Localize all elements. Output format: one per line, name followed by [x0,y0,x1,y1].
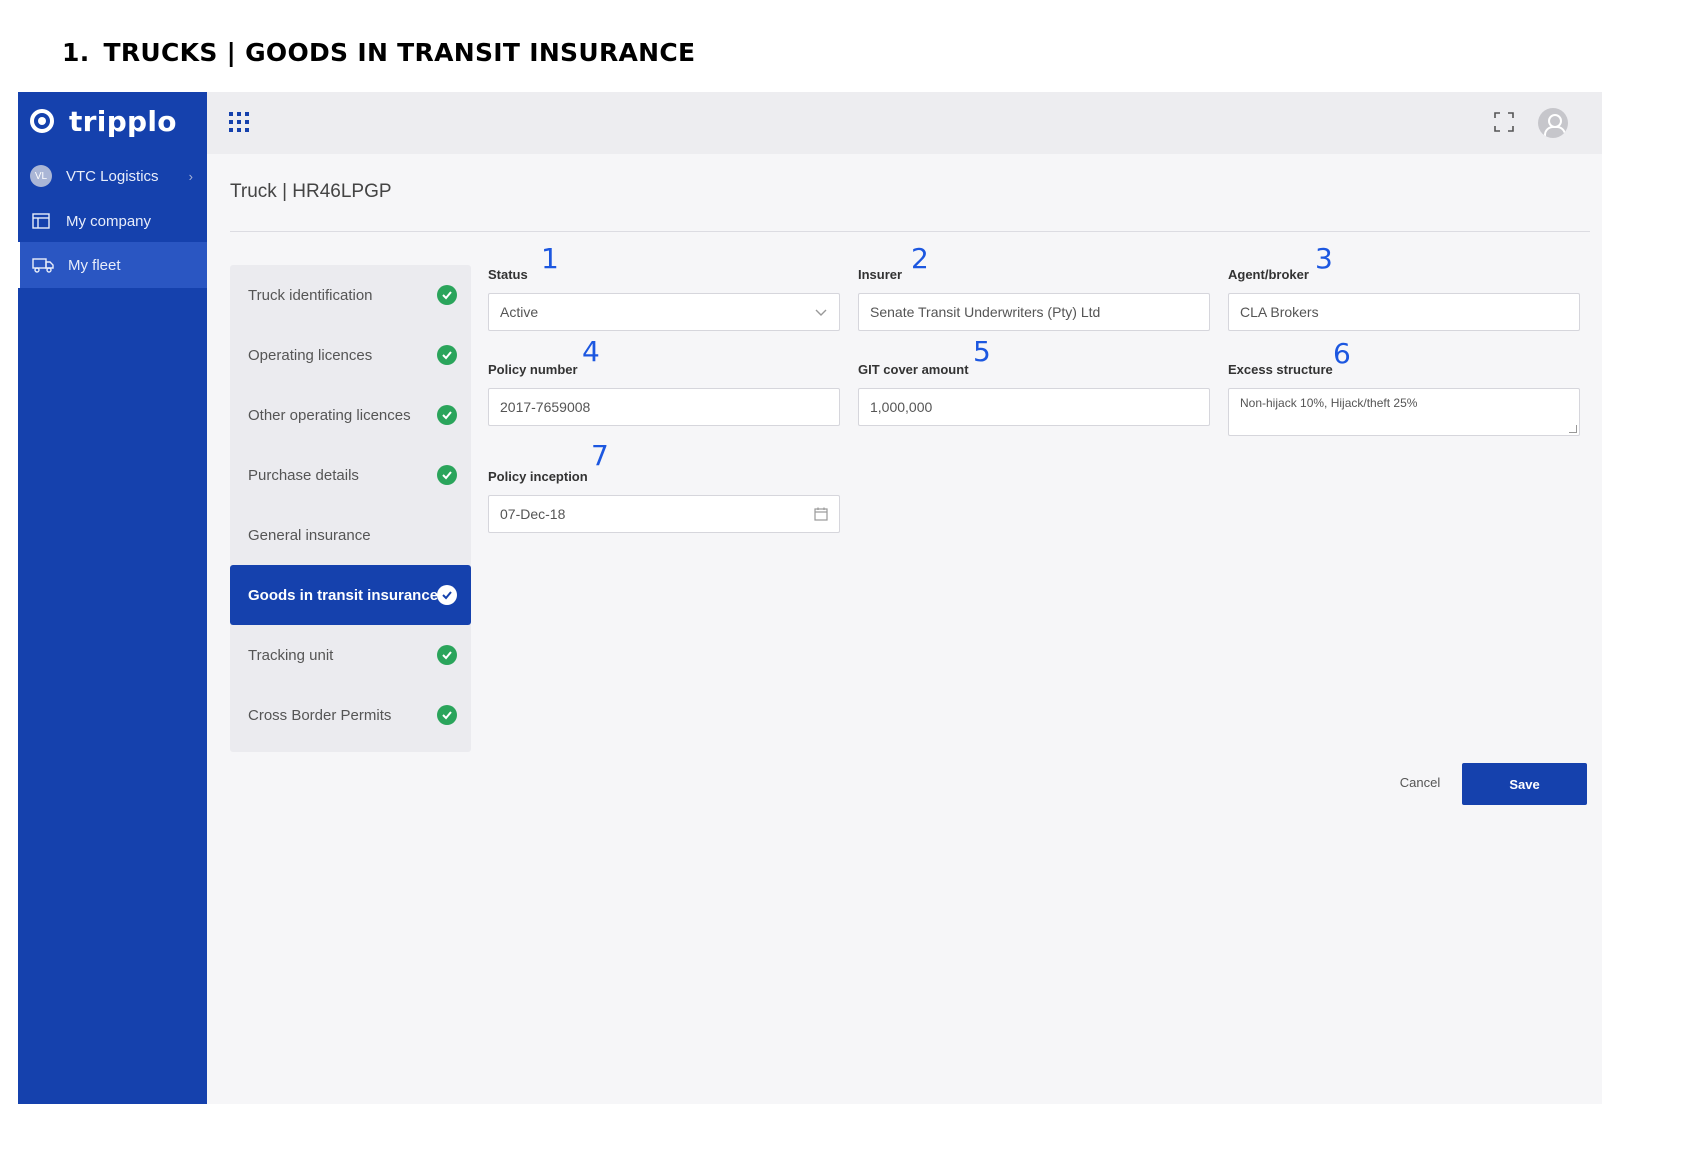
step-other-operating-licences[interactable]: Other operating licences [230,385,471,445]
step-general-insurance[interactable]: General insurance [230,505,471,565]
annotation-marker: 2 [911,242,929,275]
agent-broker-label: Agent/broker [1228,267,1309,282]
logo-icon [30,109,54,133]
status-label: Status [488,267,528,282]
sidebar-item-my-company[interactable]: My company [18,198,207,244]
brand-logo[interactable]: tripplo [30,104,177,138]
cancel-button[interactable]: Cancel [1370,762,1470,802]
step-label: Tracking unit [248,646,334,664]
policy-number-field[interactable]: 2017-7659008 [488,388,840,426]
step-label: Truck identification [248,286,373,304]
insurer-label: Insurer [858,267,903,282]
sidebar-item-label: VTC Logistics [66,167,159,185]
chevron-right-icon: › [188,168,193,184]
divider [230,231,1590,232]
document-heading: 1. TRUCKS | GOODS IN TRANSIT INSURANCE [62,38,695,67]
sidebar-item-my-fleet[interactable]: My fleet [18,242,207,288]
calendar-icon[interactable] [813,506,829,522]
chevron-down-icon [815,309,827,316]
check-circle-icon [437,705,457,725]
sidebar-item-label: My fleet [68,256,121,274]
git-cover-amount-field[interactable]: 1,000,000 [858,388,1210,426]
check-circle-icon [437,585,457,605]
policy-inception-date-field[interactable]: 07-Dec-18 [488,495,840,533]
git-cover-amount-value: 1,000,000 [870,399,933,415]
agent-broker-value: CLA Brokers [1240,304,1319,320]
annotation-marker: 1 [541,242,559,275]
status-select[interactable]: Active [488,293,840,331]
excess-structure-value: Non-hijack 10%, Hijack/theft 25% [1240,396,1418,410]
page-title: Truck | HR46LPGP [230,181,392,202]
annotation-marker: 5 [973,335,991,368]
step-label: Operating licences [248,346,373,364]
annotation-marker: 4 [582,335,600,368]
annotation-marker: 6 [1333,337,1351,370]
agent-broker-field[interactable]: CLA Brokers [1228,293,1580,331]
top-bar [207,92,1602,154]
step-cross-border-permits[interactable]: Cross Border Permits [230,685,471,745]
save-button[interactable]: Save [1462,763,1587,805]
step-label: Purchase details [248,466,359,484]
step-label: Other operating licences [248,406,411,424]
step-truck-identification[interactable]: Truck identification [230,265,471,325]
user-avatar-icon[interactable] [1538,108,1568,138]
expand-icon[interactable] [1494,112,1514,132]
insurer-field[interactable]: Senate Transit Underwriters (Pty) Ltd [858,293,1210,331]
step-goods-in-transit-insurance[interactable]: Goods in transit insurance [230,565,471,625]
check-circle-icon [437,405,457,425]
app-window: tripplo VL VTC Logistics › My company My… [18,92,1602,1104]
heading-number: 1. [62,38,90,67]
annotation-marker: 7 [591,439,609,472]
step-label: General insurance [248,526,371,544]
sidebar: tripplo VL VTC Logistics › My company My… [18,92,207,1104]
apps-grid-icon[interactable] [229,112,249,132]
step-purchase-details[interactable]: Purchase details [230,445,471,505]
org-avatar: VL [30,165,52,187]
check-circle-icon [437,465,457,485]
step-label: Cross Border Permits [248,706,392,724]
sidebar-item-org[interactable]: VL VTC Logistics › [18,153,207,199]
policy-inception-value: 07-Dec-18 [500,506,566,522]
steps-panel: Truck identification Operating licences … [230,265,471,752]
git-cover-amount-label: GIT cover amount [858,362,969,377]
policy-number-value: 2017-7659008 [500,399,591,415]
check-circle-icon [437,285,457,305]
step-label: Goods in transit insurance [248,586,439,604]
check-circle-icon [437,645,457,665]
resize-handle-icon[interactable] [1569,425,1577,433]
excess-structure-label: Excess structure [1228,362,1333,377]
insurer-value: Senate Transit Underwriters (Pty) Ltd [870,304,1101,320]
building-icon [30,210,52,232]
sidebar-item-label: My company [66,212,152,230]
status-value: Active [500,304,539,320]
policy-inception-label: Policy inception [488,469,588,484]
step-operating-licences[interactable]: Operating licences [230,325,471,385]
truck-icon [32,254,54,276]
heading-text: TRUCKS | GOODS IN TRANSIT INSURANCE [103,38,696,67]
step-tracking-unit[interactable]: Tracking unit [230,625,471,685]
check-circle-icon [437,345,457,365]
annotation-marker: 3 [1315,242,1333,275]
brand-name: tripplo [69,104,177,138]
policy-number-label: Policy number [488,362,578,377]
excess-structure-textarea[interactable]: Non-hijack 10%, Hijack/theft 25% [1228,388,1580,436]
